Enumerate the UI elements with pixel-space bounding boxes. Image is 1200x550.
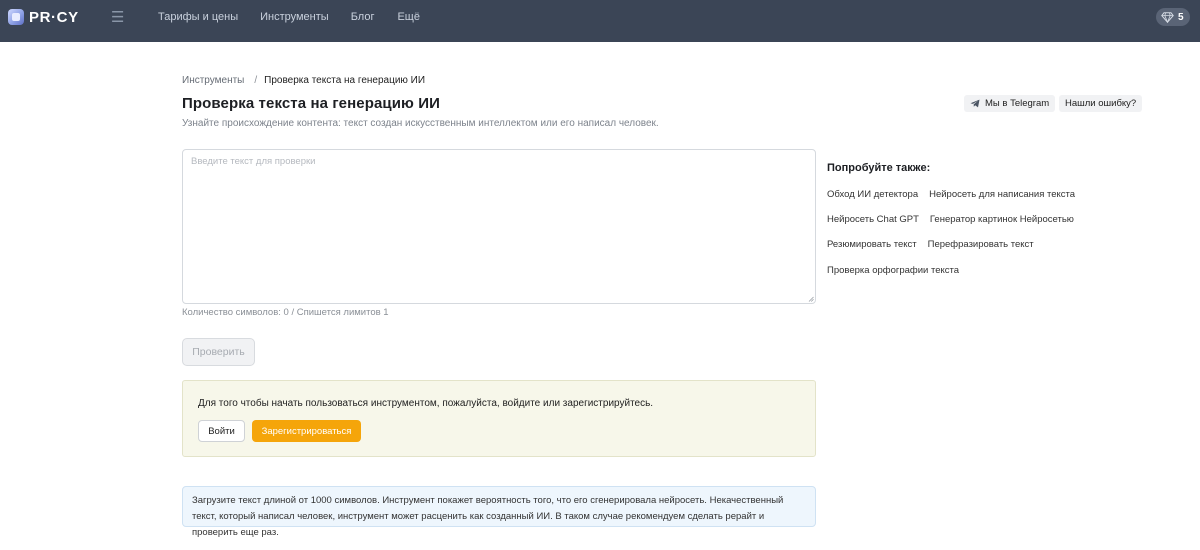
main-nav: Тарифы и цены Инструменты Блог Ещё [158, 11, 442, 23]
logo-text: PR·CY [29, 8, 79, 26]
text-input[interactable] [183, 150, 815, 303]
try-link-summarize[interactable]: Резюмировать текст [827, 239, 917, 250]
report-error-button[interactable]: Нашли ошибку? [1059, 95, 1143, 112]
try-link-text-writer[interactable]: Нейросеть для написания текста [929, 189, 1075, 200]
login-button-label: Войти [208, 425, 235, 437]
breadcrumb-current: Проверка текста на генерацию ИИ [264, 75, 426, 86]
telegram-label: Мы в Telegram [985, 98, 1050, 109]
telegram-button[interactable]: Мы в Telegram [964, 95, 1056, 112]
try-also-row: Обход ИИ детектора Нейросеть для написан… [827, 189, 1086, 200]
telegram-icon [970, 99, 980, 108]
hamburger-icon[interactable]: ☰ [111, 10, 124, 25]
try-link-chat-gpt[interactable]: Нейросеть Chat GPT [827, 214, 919, 225]
try-also-row: Проверка орфографии текста [827, 265, 970, 276]
page-subtitle: Узнайте происхождение контента: текст со… [182, 118, 659, 129]
register-button[interactable]: Зарегистрироваться [252, 420, 361, 442]
text-input-container [182, 149, 816, 304]
breadcrumb: Инструменты / Проверка текста на генерац… [182, 75, 425, 86]
check-button-label: Проверить [192, 346, 245, 358]
breadcrumb-separator: / [254, 75, 258, 86]
diamond-icon [1161, 11, 1174, 23]
login-button[interactable]: Войти [198, 420, 245, 442]
char-count: Количество символов: 0 / Спишется лимито… [182, 307, 389, 318]
nav-item-pricing[interactable]: Тарифы и цены [158, 11, 238, 23]
page-title: Проверка текста на генерацию ИИ [182, 95, 440, 112]
try-link-paraphrase[interactable]: Перефразировать текст [928, 239, 1034, 250]
gems-balance-badge[interactable]: 5 [1156, 8, 1190, 26]
nav-item-blog[interactable]: Блог [351, 11, 375, 23]
top-navbar: PR·CY ☰ Тарифы и цены Инструменты Блог Е… [0, 0, 1200, 42]
try-link-spellcheck[interactable]: Проверка орфографии текста [827, 265, 959, 276]
gems-count: 5 [1178, 11, 1184, 23]
info-text: Загрузите текст длиной от 1000 символов.… [192, 495, 784, 538]
try-also-row: Нейросеть Chat GPT Генератор картинок Не… [827, 214, 1085, 225]
report-error-label: Нашли ошибку? [1065, 98, 1137, 109]
breadcrumb-link-tools[interactable]: Инструменты [182, 75, 244, 86]
logo[interactable]: PR·CY [8, 8, 79, 26]
check-button[interactable]: Проверить [182, 338, 255, 366]
nav-item-tools[interactable]: Инструменты [260, 11, 329, 23]
try-also-title: Попробуйте также: [827, 162, 931, 174]
login-notice: Для того чтобы начать пользоваться инстр… [182, 380, 816, 457]
nav-item-more[interactable]: Ещё [397, 11, 420, 23]
try-link-bypass-ai-detector[interactable]: Обход ИИ детектора [827, 189, 918, 200]
try-also-row: Резюмировать текст Перефразировать текст [827, 239, 1045, 250]
resize-handle-icon[interactable] [808, 296, 814, 302]
try-link-image-generator[interactable]: Генератор картинок Нейросетью [930, 214, 1074, 225]
register-button-label: Зарегистрироваться [261, 425, 352, 437]
logo-mark-icon [8, 9, 24, 25]
login-notice-text: Для того чтобы начать пользоваться инстр… [198, 398, 654, 409]
info-box: Загрузите текст длиной от 1000 символов.… [182, 486, 816, 538]
